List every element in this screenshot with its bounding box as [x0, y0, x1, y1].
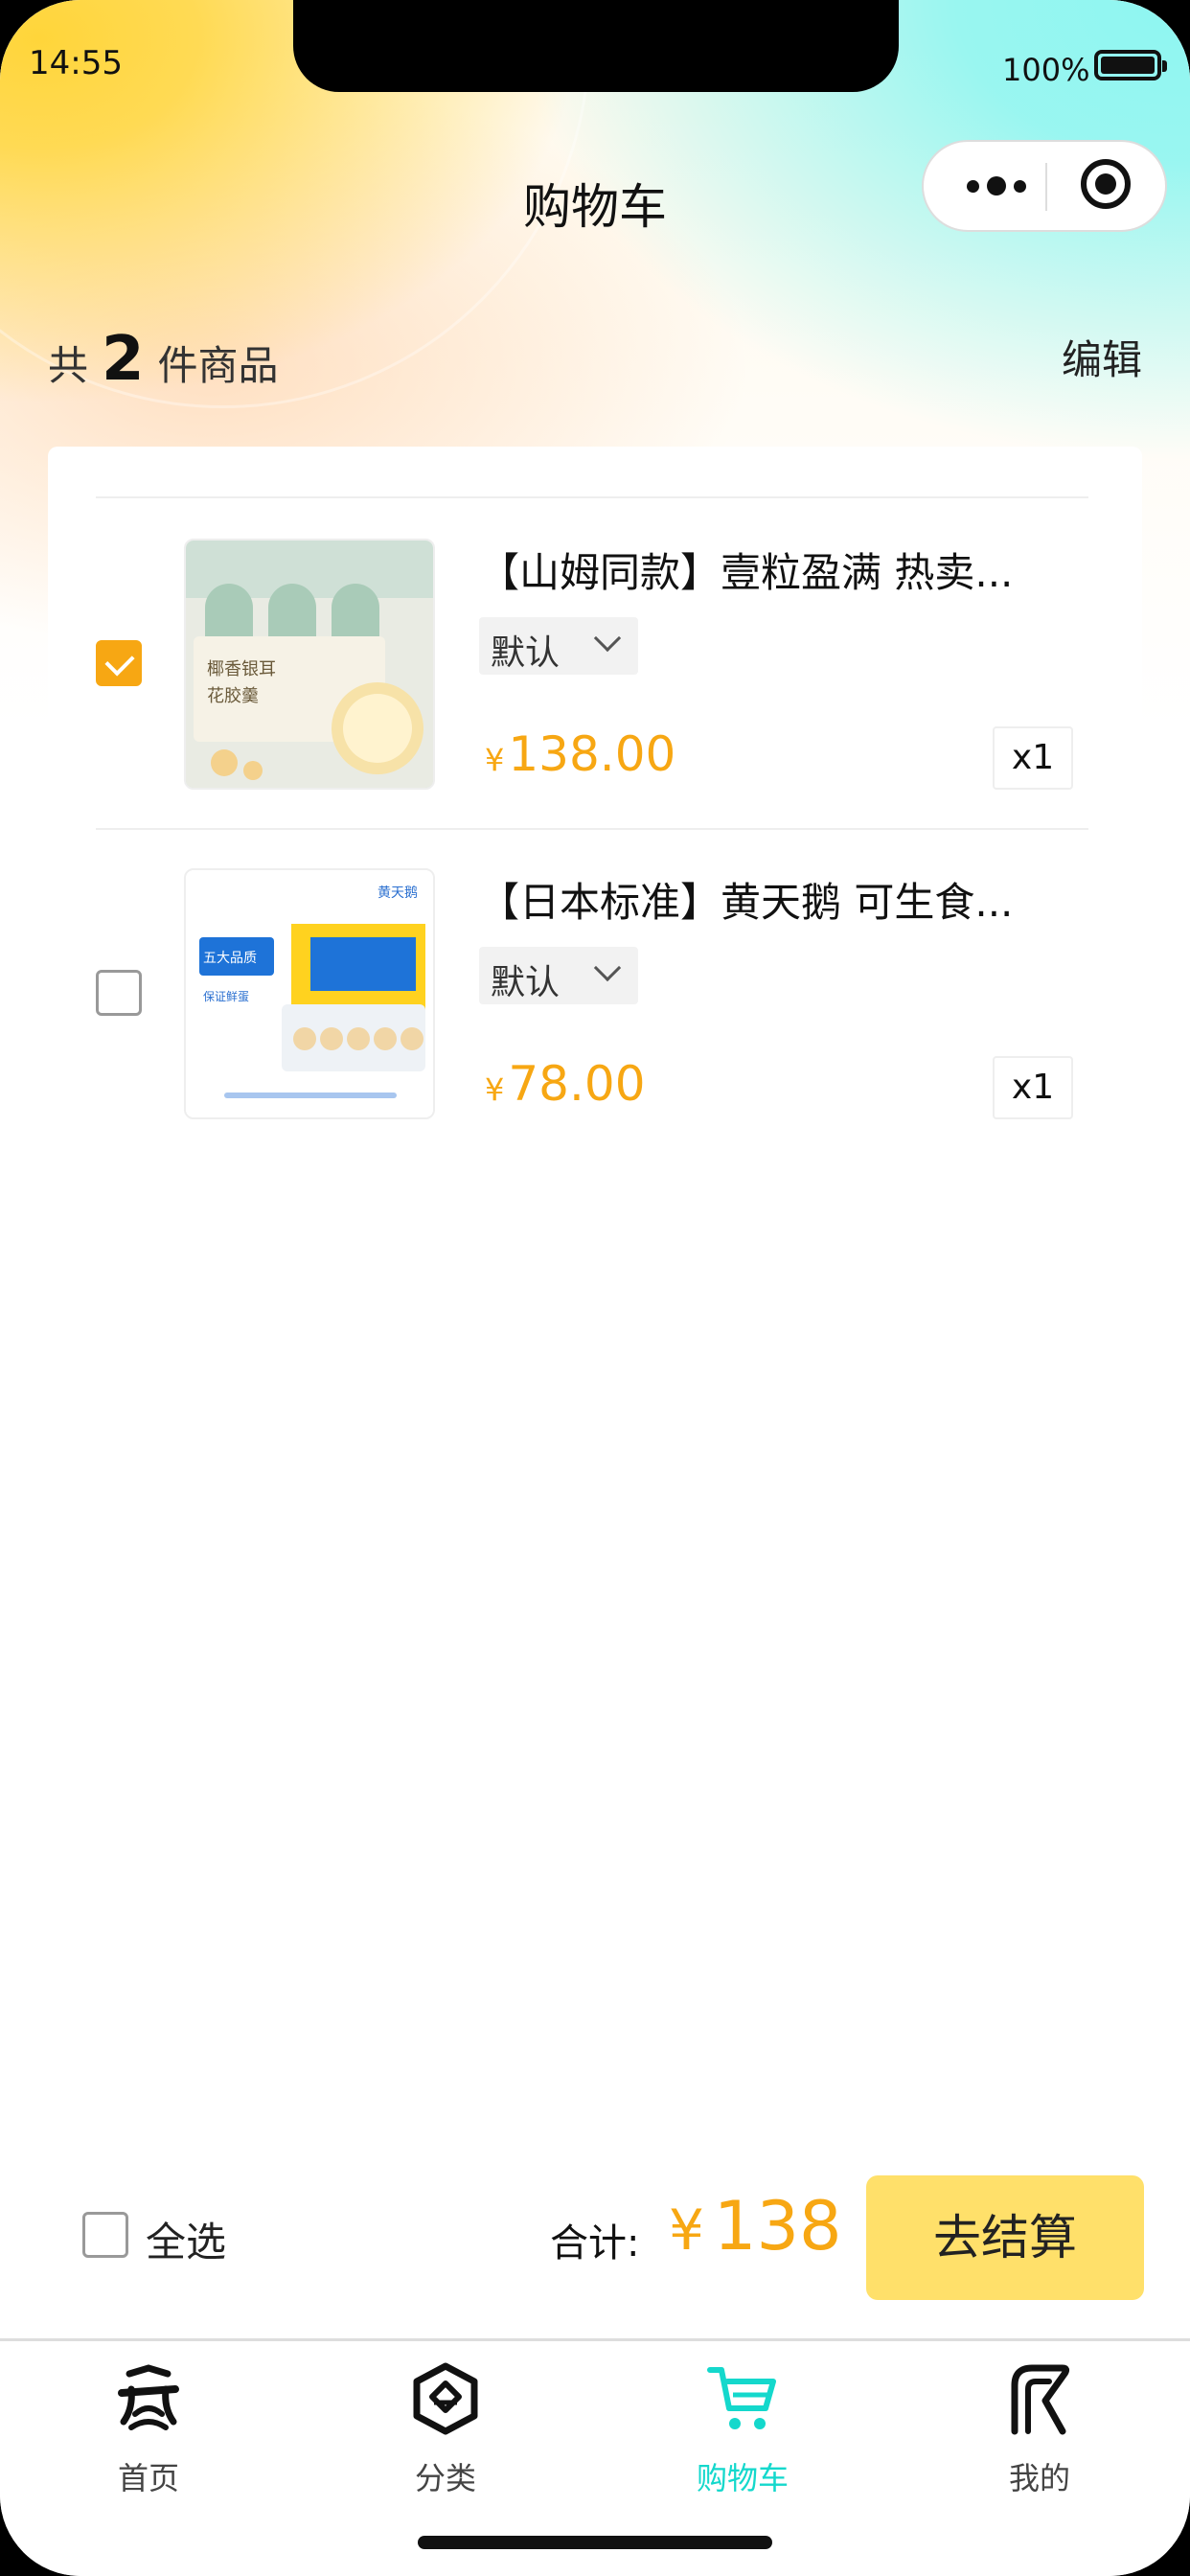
home-indicator[interactable]: [418, 2536, 772, 2549]
product-thumbnail[interactable]: 椰香银耳 花胶羹: [184, 539, 435, 790]
quantity-badge[interactable]: x1: [993, 726, 1073, 790]
checkout-bar: 全选 合计: ¥ 138 去结算: [0, 2147, 1190, 2338]
tab-label: 分类: [414, 2460, 476, 2496]
select-all-label[interactable]: 全选: [146, 2210, 226, 2268]
close-mini-program-icon[interactable]: [1081, 159, 1131, 209]
image-text: 五大品质: [203, 951, 257, 966]
chevron-down-icon: [593, 954, 622, 982]
phone-screen: 14:55 100% 购物车 共 2 件商品 编辑 椰香银耳 花胶羹 【山姆同款…: [0, 0, 1190, 2576]
image-text: 花胶羹: [207, 686, 259, 706]
profile-icon: [1011, 2364, 1070, 2435]
divider: [96, 828, 1088, 830]
tab-category[interactable]: 分类: [297, 2341, 594, 2514]
tab-label: 我的: [1008, 2460, 1070, 2496]
checkout-button[interactable]: 去结算: [866, 2175, 1144, 2300]
product-price: ¥ 138.00: [485, 726, 675, 782]
spec-selector[interactable]: 默认: [479, 947, 638, 1004]
item-count: 共 2 件商品: [48, 324, 279, 401]
battery-percentage: 100%: [1002, 52, 1090, 88]
chevron-down-icon: [593, 624, 622, 653]
currency-symbol: ¥: [485, 742, 505, 778]
more-options-icon[interactable]: [950, 142, 1042, 230]
total-label: 合计:: [550, 2221, 640, 2266]
tab-home[interactable]: 首页: [0, 2341, 297, 2514]
divider: [96, 496, 1088, 498]
tab-label: 首页: [117, 2460, 179, 2496]
tab-label: 购物车: [696, 2460, 789, 2496]
edit-button[interactable]: 编辑: [1062, 328, 1142, 386]
price-value: 78.00: [508, 1056, 646, 1112]
home-icon: [118, 2364, 179, 2430]
total-amount: ¥ 138: [669, 2187, 842, 2266]
image-text: 保证鲜蛋: [203, 990, 249, 1003]
tab-profile[interactable]: 我的: [891, 2341, 1188, 2514]
spec-label: 默认: [491, 633, 561, 673]
tab-cart[interactable]: 购物车: [594, 2341, 891, 2514]
notch: [293, 0, 899, 92]
image-text: 黄天鹅: [378, 885, 418, 901]
spec-label: 默认: [491, 963, 561, 1002]
currency-symbol: ¥: [669, 2197, 704, 2263]
battery-icon: [1094, 50, 1167, 80]
count-number: 2: [102, 324, 145, 395]
total-value: 138: [713, 2187, 842, 2266]
count-prefix: 共: [48, 342, 89, 389]
count-suffix: 件商品: [157, 342, 279, 389]
product-title[interactable]: 【山姆同款】壹粒盈满 热卖...: [479, 540, 1073, 599]
product-image: 黄天鹅 五大品质 保证鲜蛋: [186, 870, 433, 1117]
item-checkbox[interactable]: [96, 970, 142, 1016]
quantity-badge[interactable]: x1: [993, 1056, 1073, 1119]
status-time: 14:55: [29, 44, 123, 82]
product-title[interactable]: 【日本标准】黄天鹅 可生食...: [479, 870, 1073, 929]
cart-item: 椰香银耳 花胶羹 【山姆同款】壹粒盈满 热卖... 默认 ¥ 138.00 x1: [0, 539, 1190, 864]
spec-selector[interactable]: 默认: [479, 617, 638, 675]
cart-icon: [707, 2367, 776, 2429]
item-checkbox-checked[interactable]: [96, 640, 142, 686]
product-thumbnail[interactable]: 黄天鹅 五大品质 保证鲜蛋: [184, 868, 435, 1119]
product-image: 椰香银耳 花胶羹: [186, 540, 433, 788]
price-value: 138.00: [508, 726, 676, 782]
cart-item: 黄天鹅 五大品质 保证鲜蛋 【日本标准】黄天鹅 可生食... 默认 ¥ 78.0…: [0, 868, 1190, 1194]
image-text: 椰香银耳: [207, 659, 276, 679]
currency-symbol: ¥: [485, 1071, 505, 1108]
category-icon: [413, 2362, 478, 2435]
capsule-divider: [1045, 163, 1047, 211]
select-all-checkbox[interactable]: [82, 2212, 128, 2258]
product-price: ¥ 78.00: [485, 1056, 646, 1112]
